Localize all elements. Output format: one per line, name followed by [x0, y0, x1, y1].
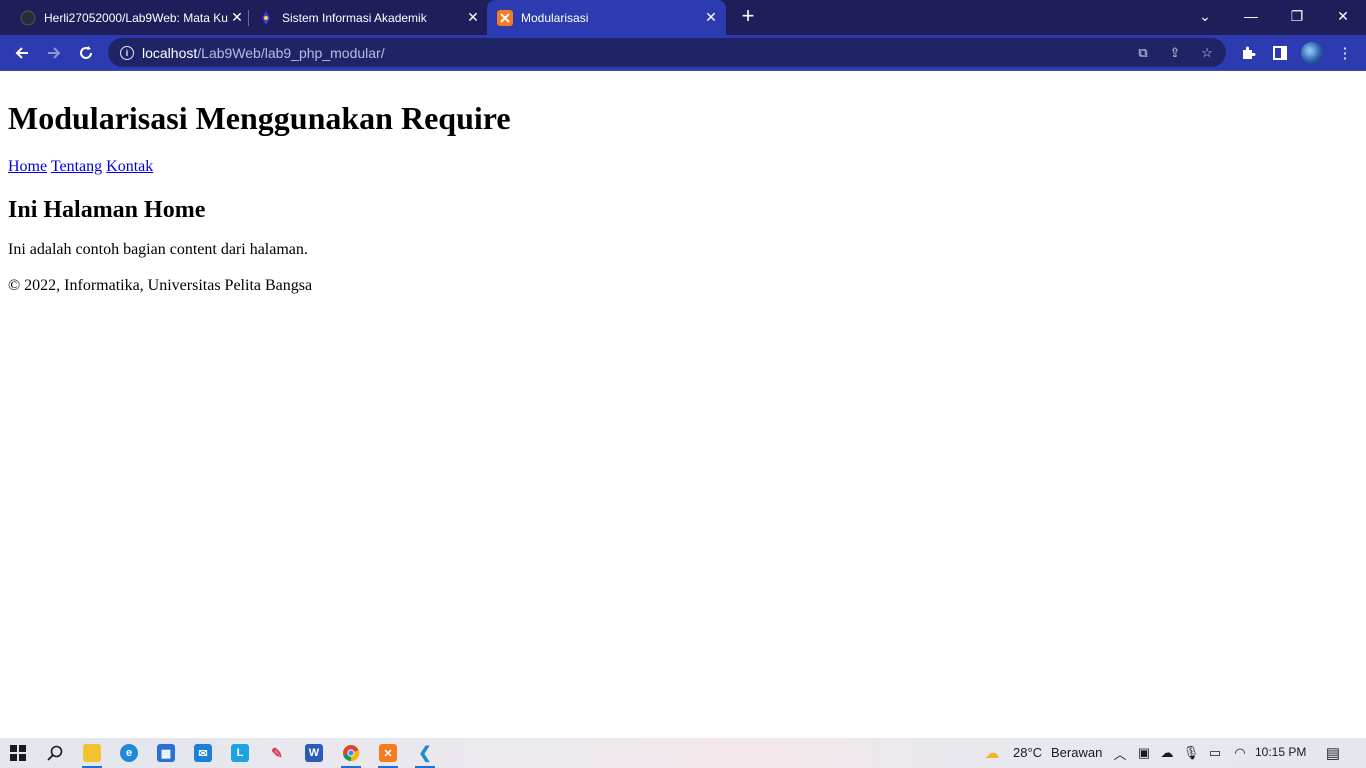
edge-button[interactable]: e — [116, 741, 142, 765]
weather-temp[interactable]: 28°C — [1013, 745, 1042, 760]
vscode-button[interactable]: ❮ — [412, 741, 438, 768]
github-icon — [20, 10, 36, 26]
xampp-button[interactable]: ✕ — [375, 741, 401, 768]
notification-center-icon[interactable]: ▤ — [1325, 745, 1341, 762]
restore-button[interactable]: ❐ — [1274, 0, 1320, 32]
tab-modularisasi[interactable]: Modularisasi ✕ — [487, 0, 726, 35]
wifi-icon[interactable]: ◠ — [1232, 745, 1248, 761]
page-header: Modularisasi Menggunakan Require — [8, 100, 1358, 137]
url-path: /Lab9Web/lab9_php_modular/ — [197, 44, 385, 61]
battery-icon[interactable]: ▭ — [1207, 745, 1223, 761]
letter-l-icon: L — [231, 744, 249, 762]
word-button[interactable]: W — [301, 741, 327, 765]
system-clock[interactable]: 10:15 PM — [1255, 745, 1306, 759]
content-text: Ini adalah contoh bagian content dari ha… — [8, 241, 308, 258]
forward-button[interactable] — [40, 39, 68, 67]
close-tab-icon[interactable]: ✕ — [228, 9, 246, 27]
weather-desc[interactable]: Berawan — [1051, 745, 1102, 760]
main-nav: Home Tentang Kontak — [8, 158, 1358, 176]
profile-avatar[interactable] — [1301, 42, 1323, 64]
arrow-right-icon — [48, 47, 61, 59]
mail-button[interactable]: ✉ — [190, 741, 216, 765]
tab-search-icon[interactable]: ⌄ — [1182, 0, 1228, 32]
weather-cloud-icon[interactable]: ☁ — [984, 745, 1000, 762]
meet-now-icon[interactable]: ▣ — [1136, 745, 1152, 761]
vscode-icon: ❮ — [418, 745, 432, 762]
microphone-icon[interactable]: 🎙 — [1183, 745, 1200, 761]
onedrive-cloud-icon[interactable]: ☁ — [1159, 745, 1175, 761]
page-footer: © 2022, Informatika, Universitas Pelita … — [8, 277, 1358, 295]
browser-toolbar: i localhost /Lab9Web/lab9_php_modular/ ⧉… — [0, 35, 1366, 71]
translate-icon[interactable]: ⧉ — [1134, 44, 1152, 62]
tab-siakad[interactable]: Sistem Informasi Akademik ✕ — [250, 0, 486, 35]
bookmark-star-icon[interactable]: ☆ — [1198, 44, 1216, 62]
page-title: Modularisasi Menggunakan Require — [8, 100, 511, 136]
tab-title: Sistem Informasi Akademik — [282, 10, 427, 25]
xampp-taskbar-icon: ✕ — [379, 744, 397, 762]
page-viewport: Modularisasi Menggunakan Require Home Te… — [0, 71, 1366, 738]
address-bar[interactable]: i localhost /Lab9Web/lab9_php_modular/ ⧉… — [108, 38, 1226, 67]
windows-logo-icon — [10, 745, 26, 761]
site-info-icon[interactable]: i — [120, 45, 134, 60]
browser-tab-strip: Herli27052000/Lab9Web: Mata Ku ✕ Sistem … — [0, 0, 1366, 35]
reload-icon — [80, 46, 92, 59]
chevron-up-icon[interactable]: ︿ — [1112, 745, 1128, 762]
nav-link-kontak[interactable]: Kontak — [106, 158, 153, 175]
close-tab-icon[interactable]: ✕ — [702, 9, 720, 27]
university-icon — [258, 10, 274, 26]
new-tab-button[interactable]: + — [736, 5, 760, 29]
mail-icon: ✉ — [194, 744, 212, 762]
nav-link-home[interactable]: Home — [8, 158, 47, 175]
word-icon: W — [305, 744, 323, 762]
windows-taskbar: e ▦ ✉ L ✎ W ✕ ❮ ☁ 28°C Berawan ︿ ▣ ☁ 🎙 ▭… — [0, 738, 1366, 768]
reload-button[interactable] — [72, 39, 100, 67]
close-tab-icon[interactable]: ✕ — [464, 9, 482, 27]
folder-icon — [83, 744, 101, 762]
edge-icon: e — [120, 744, 138, 762]
app-l-button[interactable]: L — [227, 741, 253, 765]
store-button[interactable]: ▦ — [153, 741, 179, 765]
search-button[interactable] — [42, 741, 68, 765]
tab-title: Herli27052000/Lab9Web: Mata Ku — [44, 10, 228, 25]
extensions-icon[interactable] — [1237, 42, 1259, 64]
store-icon: ▦ — [157, 744, 175, 762]
content-heading: Ini Halaman Home — [8, 197, 206, 223]
content-section: Ini Halaman Home Ini adalah contoh bagia… — [8, 196, 1358, 259]
menu-kebab-icon[interactable]: ⋮ — [1334, 42, 1356, 64]
tab-separator — [248, 10, 249, 26]
footer-text: © 2022, Informatika, Universitas Pelita … — [8, 277, 313, 294]
chrome-button[interactable] — [338, 741, 364, 768]
xampp-icon — [497, 9, 513, 26]
nav-link-tentang[interactable]: Tentang — [51, 158, 102, 175]
url-host: localhost — [142, 44, 198, 61]
drawing-icon: ✎ — [271, 744, 283, 761]
chrome-icon — [343, 745, 360, 762]
close-window-button[interactable]: ✕ — [1320, 0, 1366, 32]
share-icon[interactable]: ⇪ — [1166, 44, 1184, 62]
side-panel-icon[interactable] — [1269, 42, 1291, 64]
start-button[interactable] — [5, 741, 31, 765]
arrow-left-icon — [15, 47, 28, 59]
tab-github[interactable]: Herli27052000/Lab9Web: Mata Ku ✕ — [10, 0, 250, 35]
app-drawing-button[interactable]: ✎ — [264, 741, 290, 765]
search-icon — [47, 745, 63, 761]
back-button[interactable] — [8, 39, 36, 67]
minimize-button[interactable]: — — [1228, 0, 1274, 32]
tab-title: Modularisasi — [521, 10, 589, 25]
file-explorer-button[interactable] — [79, 741, 105, 768]
